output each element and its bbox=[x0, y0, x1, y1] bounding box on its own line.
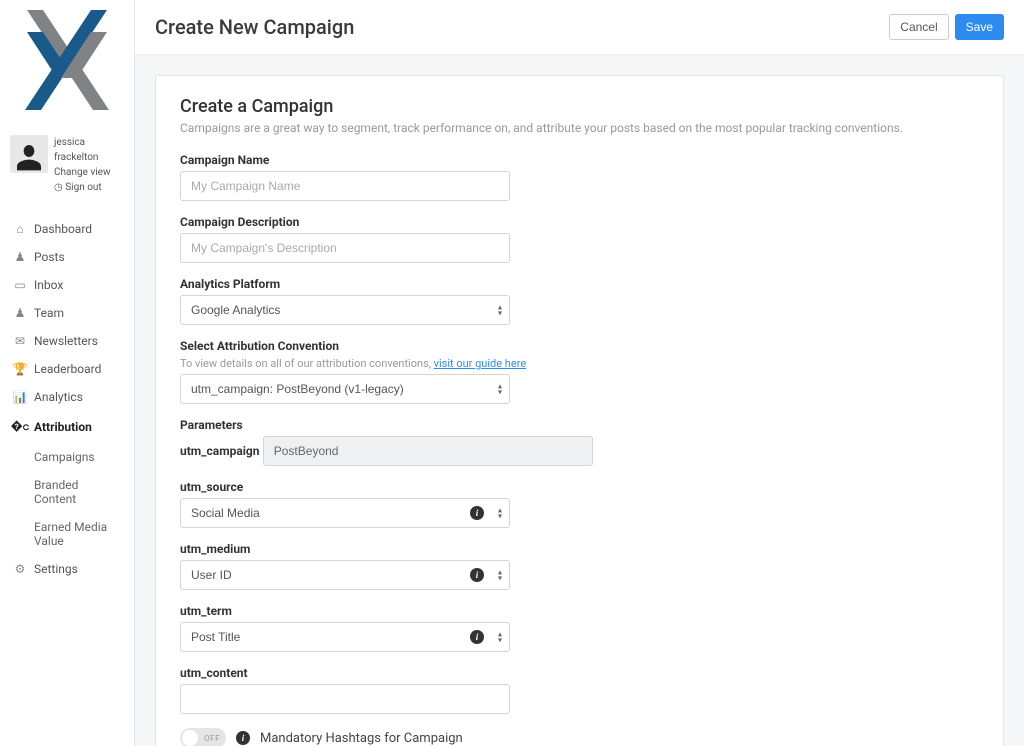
envelope-icon: ✉ bbox=[14, 334, 26, 348]
analytics-platform-select[interactable] bbox=[180, 295, 510, 325]
gear-icon: ⚙ bbox=[14, 562, 26, 576]
user-block: jessica frackelton Change view ◷ Sign ou… bbox=[0, 130, 134, 205]
nav-analytics[interactable]: 📊Analytics bbox=[0, 383, 134, 411]
content: Create a Campaign Campaigns are a great … bbox=[135, 55, 1024, 746]
utm-source-select[interactable] bbox=[180, 498, 510, 528]
mandatory-hashtags-row: OFF i Mandatory Hashtags for Campaign bbox=[180, 728, 979, 746]
nav-earned-media[interactable]: Earned Media Value bbox=[0, 513, 134, 555]
info-icon[interactable]: i bbox=[470, 630, 484, 644]
analytics-platform-label: Analytics Platform bbox=[180, 277, 680, 291]
share-icon: �င bbox=[14, 418, 26, 436]
main: Create New Campaign Cancel Save Create a… bbox=[135, 0, 1024, 746]
header-save-button[interactable]: Save bbox=[955, 14, 1004, 40]
nav-branded-content[interactable]: Branded Content bbox=[0, 471, 134, 513]
utm-content-input[interactable] bbox=[180, 684, 510, 714]
trophy-icon: 🏆 bbox=[14, 362, 26, 376]
campaign-name-input[interactable] bbox=[180, 171, 510, 201]
home-icon: ⌂ bbox=[14, 222, 26, 236]
utm-medium-label: utm_medium bbox=[180, 542, 680, 556]
sign-out-link[interactable]: ◷ Sign out bbox=[54, 180, 124, 195]
team-icon: ♟ bbox=[14, 306, 26, 320]
info-icon[interactable]: i bbox=[470, 568, 484, 582]
utm-medium-select[interactable] bbox=[180, 560, 510, 590]
attribution-label: Select Attribution Convention bbox=[180, 339, 680, 353]
attribution-help: To view details on all of our attributio… bbox=[180, 357, 680, 370]
utm-term-label: utm_term bbox=[180, 604, 680, 618]
clock-icon: ◷ bbox=[54, 182, 63, 193]
attribution-guide-link[interactable]: visit our guide here bbox=[434, 357, 527, 370]
utm-campaign-label: utm_campaign bbox=[180, 444, 260, 458]
nav-campaigns[interactable]: Campaigns bbox=[0, 443, 134, 471]
sidebar: jessica frackelton Change view ◷ Sign ou… bbox=[0, 0, 135, 746]
logo-icon bbox=[17, 10, 117, 120]
card-title: Create a Campaign bbox=[180, 96, 979, 117]
nav-list: ⌂Dashboard ♟Posts ▭Inbox ♟Team ✉Newslett… bbox=[0, 205, 134, 593]
logo bbox=[0, 0, 134, 130]
nav-inbox[interactable]: ▭Inbox bbox=[0, 271, 134, 299]
utm-term-select[interactable] bbox=[180, 622, 510, 652]
change-view-link[interactable]: Change view bbox=[54, 165, 124, 180]
nav-leaderboard[interactable]: 🏆Leaderboard bbox=[0, 355, 134, 383]
nav-posts[interactable]: ♟Posts bbox=[0, 243, 134, 271]
utm-campaign-input bbox=[263, 436, 593, 466]
form-card: Create a Campaign Campaigns are a great … bbox=[155, 75, 1004, 746]
user-icon: ♟ bbox=[14, 250, 26, 264]
utm-source-label: utm_source bbox=[180, 480, 680, 494]
nav-dashboard[interactable]: ⌂Dashboard bbox=[0, 215, 134, 243]
card-subtitle: Campaigns are a great way to segment, tr… bbox=[180, 121, 979, 135]
campaign-name-label: Campaign Name bbox=[180, 153, 680, 167]
nav-attribution[interactable]: �ငAttribution bbox=[0, 411, 134, 443]
attribution-select[interactable] bbox=[180, 374, 510, 404]
nav-newsletters[interactable]: ✉Newsletters bbox=[0, 327, 134, 355]
chart-icon: 📊 bbox=[14, 390, 26, 404]
nav-settings[interactable]: ⚙Settings bbox=[0, 555, 134, 583]
page-title: Create New Campaign bbox=[155, 15, 354, 39]
page-header: Create New Campaign Cancel Save bbox=[135, 0, 1024, 55]
header-buttons: Cancel Save bbox=[889, 14, 1004, 40]
user-silhouette-icon bbox=[13, 141, 45, 173]
avatar[interactable] bbox=[10, 135, 48, 173]
user-name-link[interactable]: jessica frackelton bbox=[54, 135, 124, 165]
header-cancel-button[interactable]: Cancel bbox=[889, 14, 948, 40]
info-icon[interactable]: i bbox=[236, 731, 250, 745]
mandatory-hashtags-toggle[interactable]: OFF bbox=[180, 728, 226, 746]
nav-team[interactable]: ♟Team bbox=[0, 299, 134, 327]
campaign-desc-label: Campaign Description bbox=[180, 215, 680, 229]
mandatory-hashtags-label: Mandatory Hashtags for Campaign bbox=[260, 731, 463, 746]
utm-content-label: utm_content bbox=[180, 666, 680, 680]
laptop-icon: ▭ bbox=[14, 278, 26, 292]
campaign-desc-input[interactable] bbox=[180, 233, 510, 263]
parameters-label: Parameters bbox=[180, 418, 680, 432]
info-icon[interactable]: i bbox=[470, 506, 484, 520]
